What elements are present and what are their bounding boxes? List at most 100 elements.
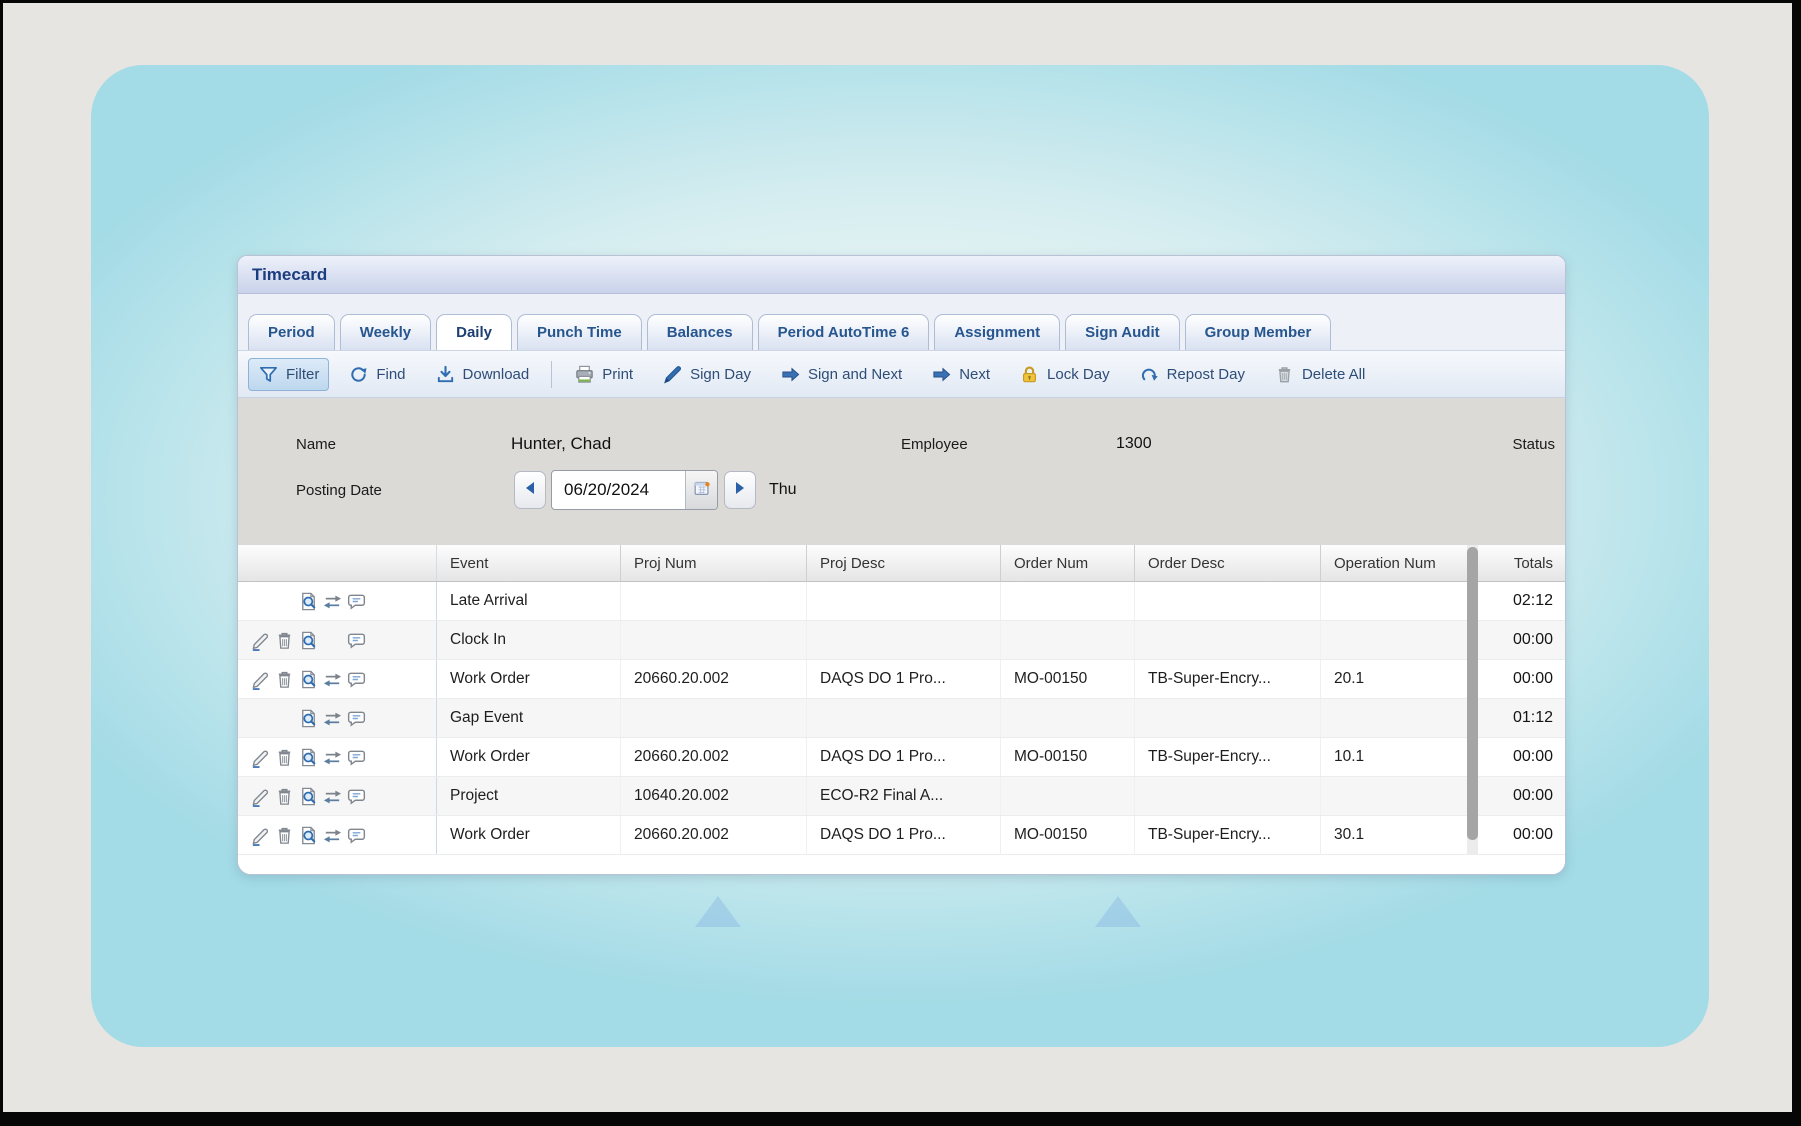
calendar-picker-button[interactable] — [685, 471, 717, 509]
view-details-icon[interactable] — [296, 785, 320, 807]
sign-day-label: Sign Day — [690, 366, 751, 383]
filter-button[interactable]: Filter — [248, 358, 329, 391]
employee-value: 1300 — [1116, 435, 1152, 453]
edit-pencil-icon[interactable] — [248, 668, 272, 690]
cell-actions — [238, 582, 437, 620]
column-header-order_num[interactable]: Order Num — [1001, 545, 1135, 581]
tab-period-autotime-6[interactable]: Period AutoTime 6 — [758, 314, 930, 350]
table-row[interactable]: Work Order20660.20.002DAQS DO 1 Pro...MO… — [238, 738, 1565, 777]
chevron-left-icon — [524, 481, 536, 499]
cell-order_num — [1001, 777, 1135, 815]
view-details-icon[interactable] — [296, 668, 320, 690]
edit-pencil-icon[interactable] — [248, 824, 272, 846]
repost-day-button[interactable]: Repost Day — [1129, 358, 1255, 391]
cell-proj_num: 20660.20.002 — [621, 660, 807, 698]
arrow-right-icon — [780, 364, 801, 385]
column-header-operation_num[interactable]: Operation Num — [1321, 545, 1478, 581]
comment-bubble-icon[interactable] — [344, 668, 368, 690]
table-row[interactable]: Project10640.20.002ECO-R2 Final A...00:0… — [238, 777, 1565, 816]
print-button[interactable]: Print — [564, 358, 643, 391]
cell-order_desc: TB-Super-Encry... — [1135, 816, 1321, 854]
comment-bubble-icon[interactable] — [344, 629, 368, 651]
scrollbar-thumb[interactable] — [1467, 547, 1478, 840]
sign-day-button[interactable]: Sign Day — [652, 358, 761, 391]
action-spacer — [272, 590, 296, 612]
cell-event: Late Arrival — [437, 582, 621, 620]
column-header-proj_desc[interactable]: Proj Desc — [807, 545, 1001, 581]
table-row[interactable]: Gap Event01:12 — [238, 699, 1565, 738]
sign-and-next-label: Sign and Next — [808, 366, 902, 383]
table-row[interactable]: Work Order20660.20.002DAQS DO 1 Pro...MO… — [238, 816, 1565, 855]
column-header-totals[interactable]: Totals — [1478, 545, 1566, 581]
cell-proj_num: 20660.20.002 — [621, 816, 807, 854]
delete-trash-icon[interactable] — [272, 668, 296, 690]
previous-day-button[interactable] — [514, 471, 546, 509]
transfer-arrows-icon[interactable] — [320, 746, 344, 768]
name-value: Hunter, Chad — [511, 434, 611, 454]
tab-assignment[interactable]: Assignment — [934, 314, 1060, 350]
lock-day-button[interactable]: Lock Day — [1009, 358, 1120, 391]
delete-trash-icon[interactable] — [272, 785, 296, 807]
view-details-icon[interactable] — [296, 707, 320, 729]
download-button[interactable]: Download — [425, 358, 540, 391]
column-header-event[interactable]: Event — [437, 545, 621, 581]
comment-bubble-icon[interactable] — [344, 590, 368, 612]
view-details-icon[interactable] — [296, 629, 320, 651]
comment-bubble-icon[interactable] — [344, 824, 368, 846]
comment-bubble-icon[interactable] — [344, 707, 368, 729]
action-spacer — [320, 629, 344, 651]
next-day-button[interactable] — [724, 471, 756, 509]
tab-period[interactable]: Period — [248, 314, 335, 350]
timecard-window: Timecard PeriodWeeklyDailyPunch TimeBala… — [237, 255, 1566, 875]
column-header-proj_num[interactable]: Proj Num — [621, 545, 807, 581]
decorative-triangle — [695, 896, 741, 927]
posting-date-input[interactable]: 06/20/2024 — [552, 471, 685, 509]
edit-pencil-icon[interactable] — [248, 746, 272, 768]
tab-balances[interactable]: Balances — [647, 314, 753, 350]
view-details-icon[interactable] — [296, 746, 320, 768]
next-button[interactable]: Next — [921, 358, 1000, 391]
table-row[interactable]: Late Arrival 02:12 — [238, 582, 1565, 621]
cell-order_num: MO-00150 — [1001, 660, 1135, 698]
comment-bubble-icon[interactable] — [344, 746, 368, 768]
transfer-arrows-icon[interactable] — [320, 824, 344, 846]
delete-trash-icon[interactable] — [272, 824, 296, 846]
day-of-week-label: Thu — [769, 481, 797, 499]
delete-trash-icon[interactable] — [272, 629, 296, 651]
tab-punch-time[interactable]: Punch Time — [517, 314, 642, 350]
transfer-arrows-icon[interactable] — [320, 668, 344, 690]
arrow-right-icon — [931, 364, 952, 385]
vertical-scrollbar[interactable] — [1467, 545, 1478, 855]
delete-all-button[interactable]: Delete All — [1264, 358, 1375, 391]
view-details-icon[interactable] — [296, 824, 320, 846]
edit-pencil-icon[interactable] — [248, 785, 272, 807]
cell-totals: 02:12 — [1478, 582, 1566, 620]
cell-event: Work Order — [437, 816, 621, 854]
delete-trash-icon[interactable] — [272, 746, 296, 768]
cell-order_desc: TB-Super-Encry... — [1135, 660, 1321, 698]
sign-and-next-button[interactable]: Sign and Next — [770, 358, 912, 391]
view-details-icon[interactable] — [296, 590, 320, 612]
column-header-order_desc[interactable]: Order Desc — [1135, 545, 1321, 581]
window-title: Timecard — [252, 265, 327, 285]
table-row[interactable]: Clock In00:00 — [238, 621, 1565, 660]
comment-bubble-icon[interactable] — [344, 785, 368, 807]
find-button[interactable]: Find — [338, 358, 415, 391]
transfer-arrows-icon[interactable] — [320, 785, 344, 807]
edit-pencil-icon[interactable] — [248, 629, 272, 651]
transfer-arrows-icon[interactable] — [320, 707, 344, 729]
cell-order_num — [1001, 699, 1135, 737]
tab-sign-audit[interactable]: Sign Audit — [1065, 314, 1179, 350]
cell-event: Work Order — [437, 660, 621, 698]
table-header: EventProj NumProj DescOrder NumOrder Des… — [238, 545, 1565, 582]
tab-daily[interactable]: Daily — [436, 314, 512, 350]
transfer-arrows-icon[interactable] — [320, 590, 344, 612]
print-label: Print — [602, 366, 633, 383]
tab-group-member[interactable]: Group Member — [1185, 314, 1332, 350]
cell-totals: 00:00 — [1478, 738, 1566, 776]
tab-weekly[interactable]: Weekly — [340, 314, 431, 350]
download-icon — [435, 364, 456, 385]
cell-order_desc — [1135, 699, 1321, 737]
table-row[interactable]: Work Order20660.20.002DAQS DO 1 Pro...MO… — [238, 660, 1565, 699]
action-spacer — [248, 707, 272, 729]
